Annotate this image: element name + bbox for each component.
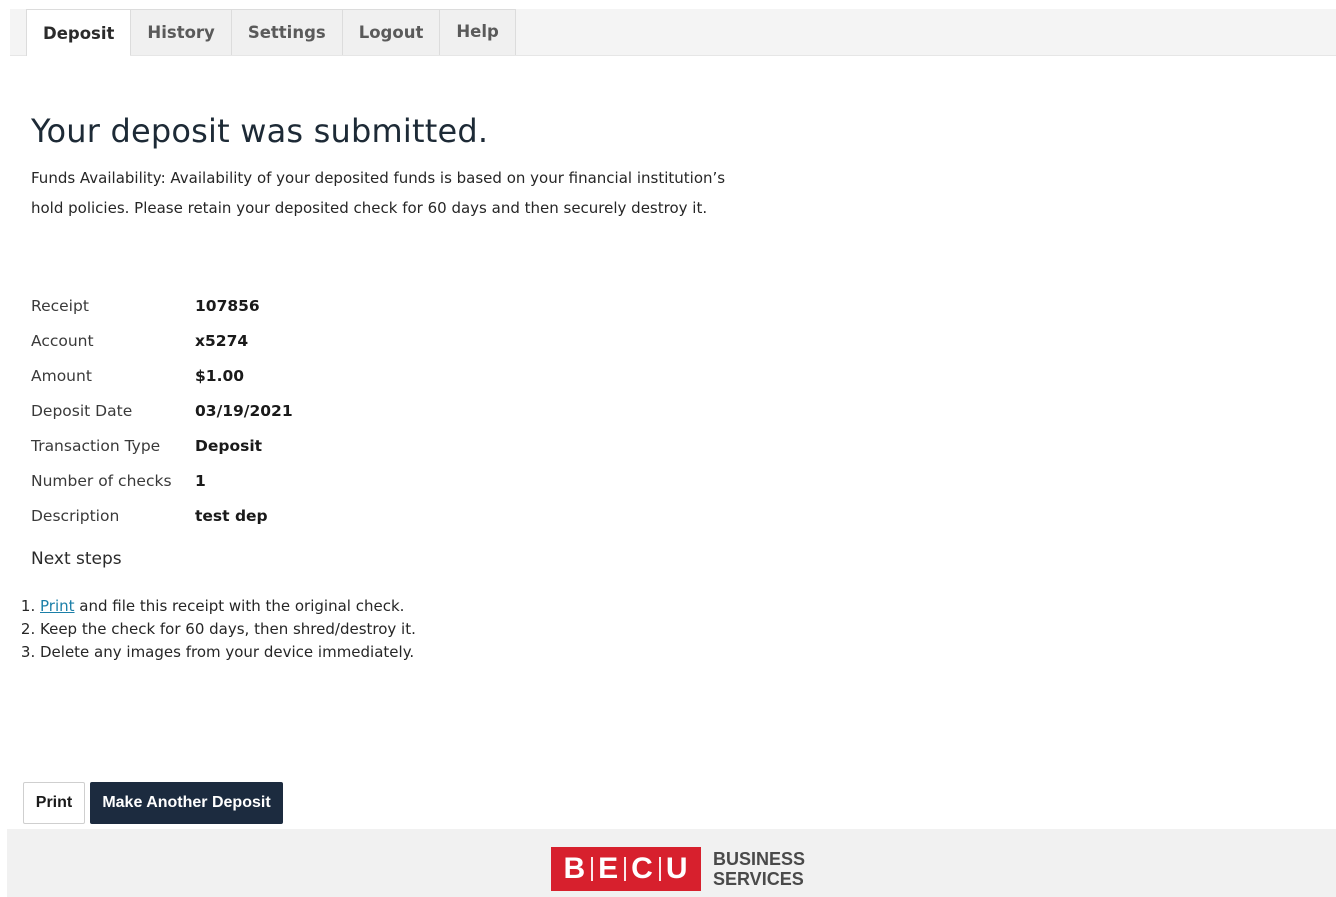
detail-row-transaction-type: Transaction Type Deposit — [31, 428, 293, 463]
make-another-deposit-button[interactable]: Make Another Deposit — [90, 782, 283, 824]
detail-value: Deposit — [195, 436, 263, 455]
detail-row-receipt: Receipt 107856 — [31, 288, 293, 323]
tab-settings[interactable]: Settings — [230, 9, 342, 55]
next-steps-list: Print and file this receipt with the ori… — [40, 595, 416, 664]
detail-label: Account — [31, 331, 94, 350]
list-item: Keep the check for 60 days, then shred/d… — [40, 618, 416, 641]
tab-help[interactable]: Help — [439, 9, 516, 55]
logo-line: BUSINESS — [713, 849, 806, 869]
detail-value: test dep — [195, 506, 268, 525]
detail-label: Transaction Type — [31, 436, 161, 455]
logo-line: SERVICES — [713, 869, 804, 889]
logo-divider — [658, 857, 661, 881]
print-button[interactable]: Print — [23, 782, 85, 824]
logo-mark: B E C U — [551, 847, 701, 891]
logo-divider — [624, 857, 627, 881]
detail-row-amount: Amount $1.00 — [31, 358, 293, 393]
detail-label: Deposit Date — [31, 401, 133, 420]
detail-row-number-of-checks: Number of checks 1 — [31, 463, 293, 498]
detail-row-deposit-date: Deposit Date 03/19/2021 — [31, 393, 293, 428]
tab-history[interactable]: History — [130, 9, 231, 55]
logo-letter: B — [563, 852, 587, 885]
funds-availability-text: Funds Availability: Availability of your… — [31, 169, 726, 217]
detail-label: Description — [31, 506, 120, 525]
logo-letter: E — [598, 852, 620, 885]
detail-value: 1 — [195, 471, 206, 490]
deposit-details: Receipt 107856 Account x5274 Amount $1.0… — [31, 288, 293, 533]
detail-label: Amount — [31, 366, 92, 385]
tabs: Deposit History Settings Logout Help — [26, 9, 516, 56]
footer: B E C U BUSINESS SERVICES — [7, 829, 1336, 897]
tab-deposit[interactable]: Deposit — [26, 9, 131, 56]
tab-bar: Deposit History Settings Logout Help — [10, 9, 1336, 56]
page-title: Your deposit was submitted. — [31, 112, 489, 150]
list-item: Print and file this receipt with the ori… — [40, 595, 416, 618]
detail-row-account: Account x5274 — [31, 323, 293, 358]
detail-value: 03/19/2021 — [195, 401, 293, 420]
logo-divider — [591, 857, 594, 881]
logo-wordmark: BUSINESS SERVICES — [713, 849, 805, 889]
print-link[interactable]: Print — [40, 597, 75, 615]
list-item: Delete any images from your device immed… — [40, 641, 416, 664]
detail-label: Receipt — [31, 296, 89, 315]
detail-value: x5274 — [195, 331, 249, 350]
logo-letter: U — [665, 852, 689, 885]
detail-value: $1.00 — [195, 366, 245, 385]
step-text: and file this receipt with the original … — [74, 597, 405, 615]
next-steps-title: Next steps — [31, 549, 122, 569]
detail-label: Number of checks — [31, 471, 172, 490]
becu-logo: B E C U BUSINESS SERVICES — [551, 847, 805, 891]
logo-letter: C — [631, 852, 654, 885]
tab-logout[interactable]: Logout — [341, 9, 440, 55]
detail-value: 107856 — [195, 296, 260, 315]
detail-row-description: Description test dep — [31, 498, 293, 533]
